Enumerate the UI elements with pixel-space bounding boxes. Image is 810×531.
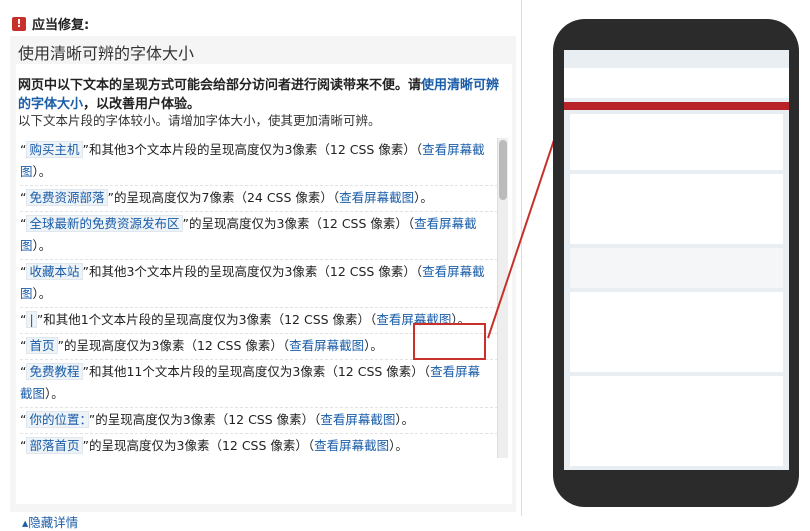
issue-section: 使用清晰可辨的字体大小 网页中以下文本的呈现方式可能会给部分访问者进行阅读带来不… [10,36,516,530]
snippet-row: “收藏本站 ”和其他3个文本片段的呈现高度仅为3像素（12 CSS 像素）（查看屏… [20,260,508,308]
text-snippet: 免费教程 [26,363,83,380]
text-snippet: 收藏本站 [26,263,83,280]
text-snippet: | [26,311,37,328]
snippet-detail: 和其他1个文本片段的呈现高度仅为3像素（12 CSS 像素） [43,312,371,327]
exclamation-icon: ! [12,16,26,31]
snippet-row: “你的位置： ”的呈现高度仅为3像素（12 CSS 像素）（查看屏幕截图）。 [20,408,508,434]
snippet-detail: 和其他3个文本片段的呈现高度仅为3像素（12 CSS 像素） [88,264,416,279]
phone-screenshot [564,50,789,470]
issue-body: 网页中以下文本的呈现方式可能会给部分访问者进行阅读带来不便。请使用清晰可辨的字体… [16,64,512,530]
phone-mockup [553,19,799,507]
view-screenshot-link[interactable]: 查看屏幕截图 [339,190,414,205]
text-snippet: 免费资源部落 [26,189,108,206]
snippet-row: “免费资源部落 ”的呈现高度仅为7像素（24 CSS 像素）（查看屏幕截图）。 [20,186,508,212]
text-snippet: 你的位置： [26,411,89,428]
issue-severity-label: 应当修复: [32,18,90,33]
text-snippet: 首页 [26,337,58,354]
snippet-detail: 的呈现高度仅为3像素（12 CSS 像素） [188,216,408,231]
text-snippet: 部落首页 [26,437,83,454]
view-screenshot-link[interactable]: 查看屏幕截图 [289,338,364,353]
details-panel: ! 应当修复: 使用清晰可辨的字体大小 网页中以下文本的呈现方式可能会给部分访问… [0,0,522,530]
snippet-detail: 的呈现高度仅为3像素（12 CSS 像素） [95,412,315,427]
snippet-row: “全球最新的免费资源发布区 ”的呈现高度仅为3像素（12 CSS 像素）（查看屏幕… [20,212,508,260]
snippet-row: “部落首页 ”的呈现高度仅为3像素（12 CSS 像素）（查看屏幕截图）。 [20,434,508,458]
issue-subtext: 以下文本片段的字体较小。请增加字体大小，使其更加清晰可辨。 [18,113,381,128]
description-text-before: 网页中以下文本的呈现方式可能会给部分访问者进行阅读带来不便。请 [18,78,422,93]
view-screenshot-link[interactable]: 查看屏幕截图 [314,438,389,453]
view-screenshot-link[interactable]: 查看屏幕截图 [320,412,395,427]
snippet-detail: 的呈现高度仅为7像素（24 CSS 像素） [113,190,333,205]
issue-title: 使用清晰可辨的字体大小 [18,44,195,63]
snippet-detail: 的呈现高度仅为3像素（12 CSS 像素） [88,438,308,453]
snippet-detail: 的呈现高度仅为3像素（12 CSS 像素） [63,338,283,353]
snippet-row: “购买主机 ”和其他3个文本片段的呈现高度仅为3像素（12 CSS 像素）（查看屏… [20,138,508,186]
snippet-detail: 和其他3个文本片段的呈现高度仅为3像素（12 CSS 像素） [88,142,416,157]
hide-details-label: 隐藏详情 [28,515,79,530]
text-snippet: 购买主机 [26,141,83,158]
snippet-list[interactable]: “购买主机 ”和其他3个文本片段的呈现高度仅为3像素（12 CSS 像素）（查看屏… [20,138,508,458]
snippet-row: “免费教程 ”和其他11个文本片段的呈现高度仅为3像素（12 CSS 像素）（查看… [20,360,508,408]
hide-details-link[interactable]: ▴隐藏详情 [22,512,78,531]
snippet-detail: 和其他11个文本片段的呈现高度仅为3像素（12 CSS 像素） [88,364,424,379]
issue-header: ! 应当修复: [12,14,89,33]
text-snippet: 全球最新的免费资源发布区 [26,215,183,232]
issue-description: 网页中以下文本的呈现方式可能会给部分访问者进行阅读带来不便。请使用清晰可辨的字体… [18,76,510,114]
